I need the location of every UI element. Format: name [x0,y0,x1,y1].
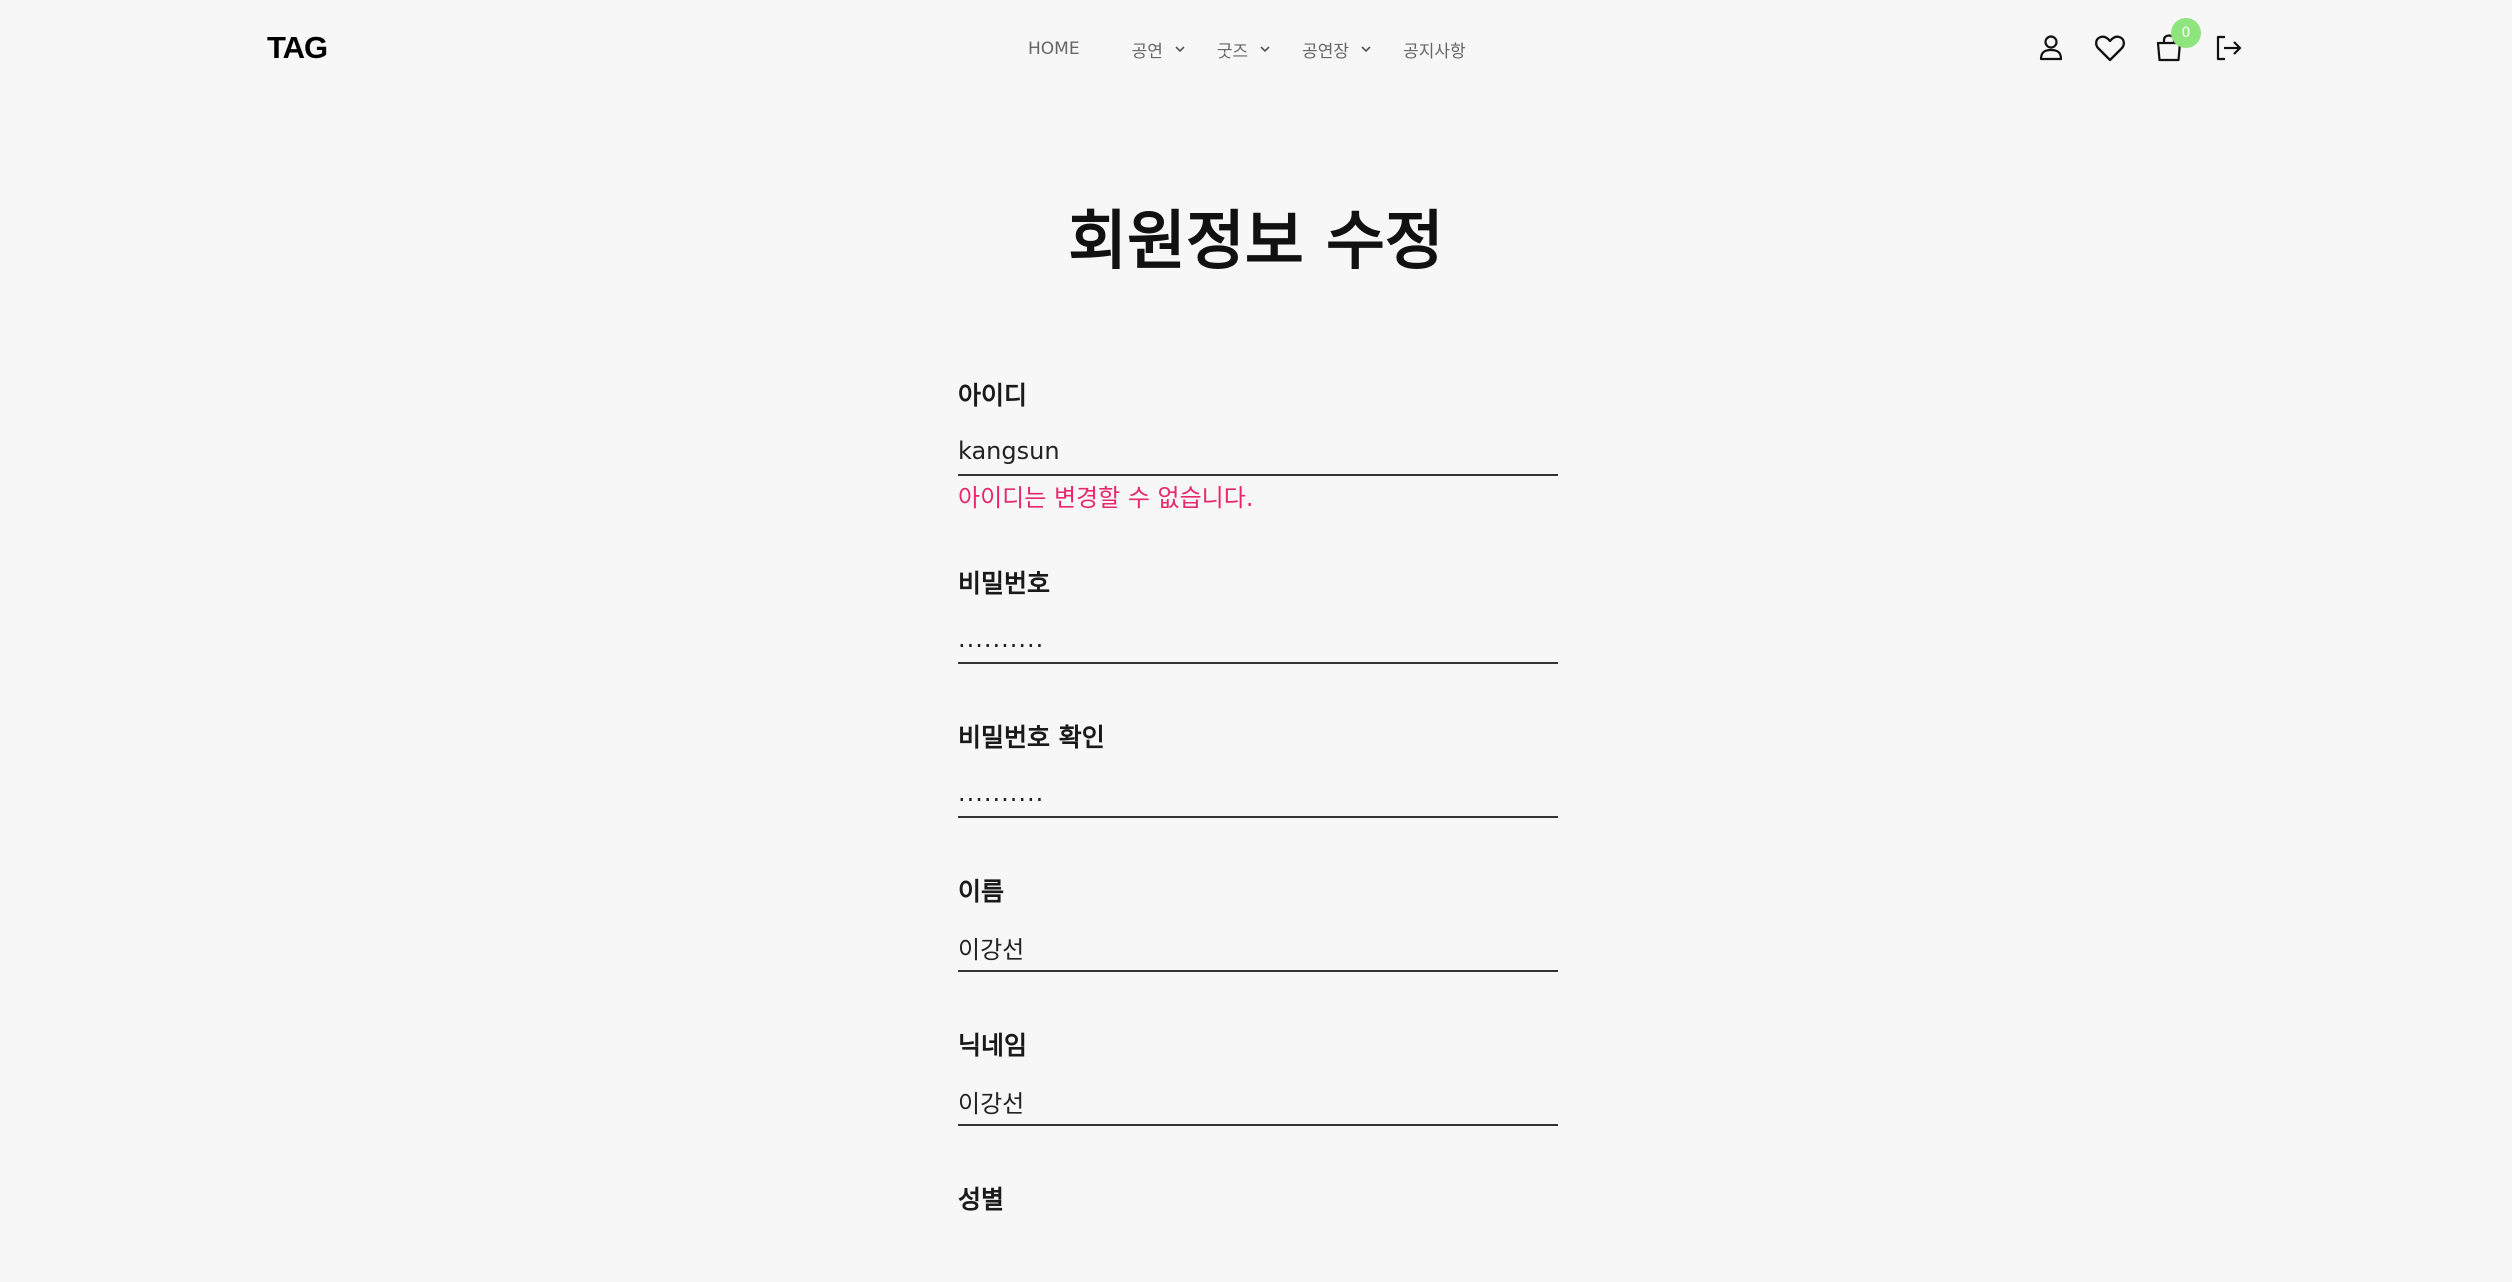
id-label: 아이디 [958,381,1028,410]
nav-venue-label: 공연장 [1302,41,1350,62]
name-label: 이름 [958,877,1005,906]
id-field[interactable] [958,416,1558,476]
site-header: TAG HOME 공연 굿즈 공연장 공지사항 0 [0,0,2512,96]
nav-home[interactable]: HOME [1028,39,1080,59]
logo[interactable]: TAG [267,30,328,66]
password-label: 비밀번호 [958,569,1051,598]
cart-count-badge: 0 [2171,18,2201,48]
password-field[interactable] [958,604,1558,664]
chevron-down-icon [1175,46,1185,53]
nav-notice-label: 공지사항 [1403,41,1466,62]
nav-home-label: HOME [1028,39,1080,59]
header-icons: 0 [2033,18,2246,66]
nav-performance-label: 공연 [1131,41,1163,62]
nav-goods-label: 굿즈 [1216,41,1249,62]
password-confirm-label: 비밀번호 확인 [958,723,1105,752]
main-nav: HOME 공연 굿즈 공연장 공지사항 [1028,36,1466,62]
user-icon-graphic [2039,35,2063,61]
user-icon[interactable] [2033,30,2069,66]
logout-icon-graphic [2216,35,2242,61]
heart-icon-graphic [2095,35,2125,62]
member-edit-form: 아이디 아이디는 변경할 수 없습니다. 비밀번호 비밀번호 확인 이름 닉네임… [958,376,1558,1220]
nav-performance[interactable]: 공연 [1132,37,1187,62]
nickname-field[interactable] [958,1066,1558,1126]
password-confirm-field[interactable] [958,758,1558,818]
chevron-down-icon [1361,46,1371,53]
nav-venue[interactable]: 공연장 [1302,37,1373,62]
cart-icon[interactable]: 0 [2151,18,2201,66]
nav-notice[interactable]: 공지사항 [1403,37,1466,62]
id-readonly-note: 아이디는 변경할 수 없습니다. [958,484,1254,512]
chevron-down-icon [1260,46,1270,53]
nickname-label: 닉네임 [958,1031,1028,1060]
nav-goods[interactable]: 굿즈 [1217,37,1272,62]
logout-icon[interactable] [2210,30,2246,66]
gender-label: 성별 [958,1185,1005,1214]
name-field[interactable] [958,912,1558,972]
heart-icon[interactable] [2092,30,2128,66]
page-title: 회원정보 수정 [1068,205,1444,279]
